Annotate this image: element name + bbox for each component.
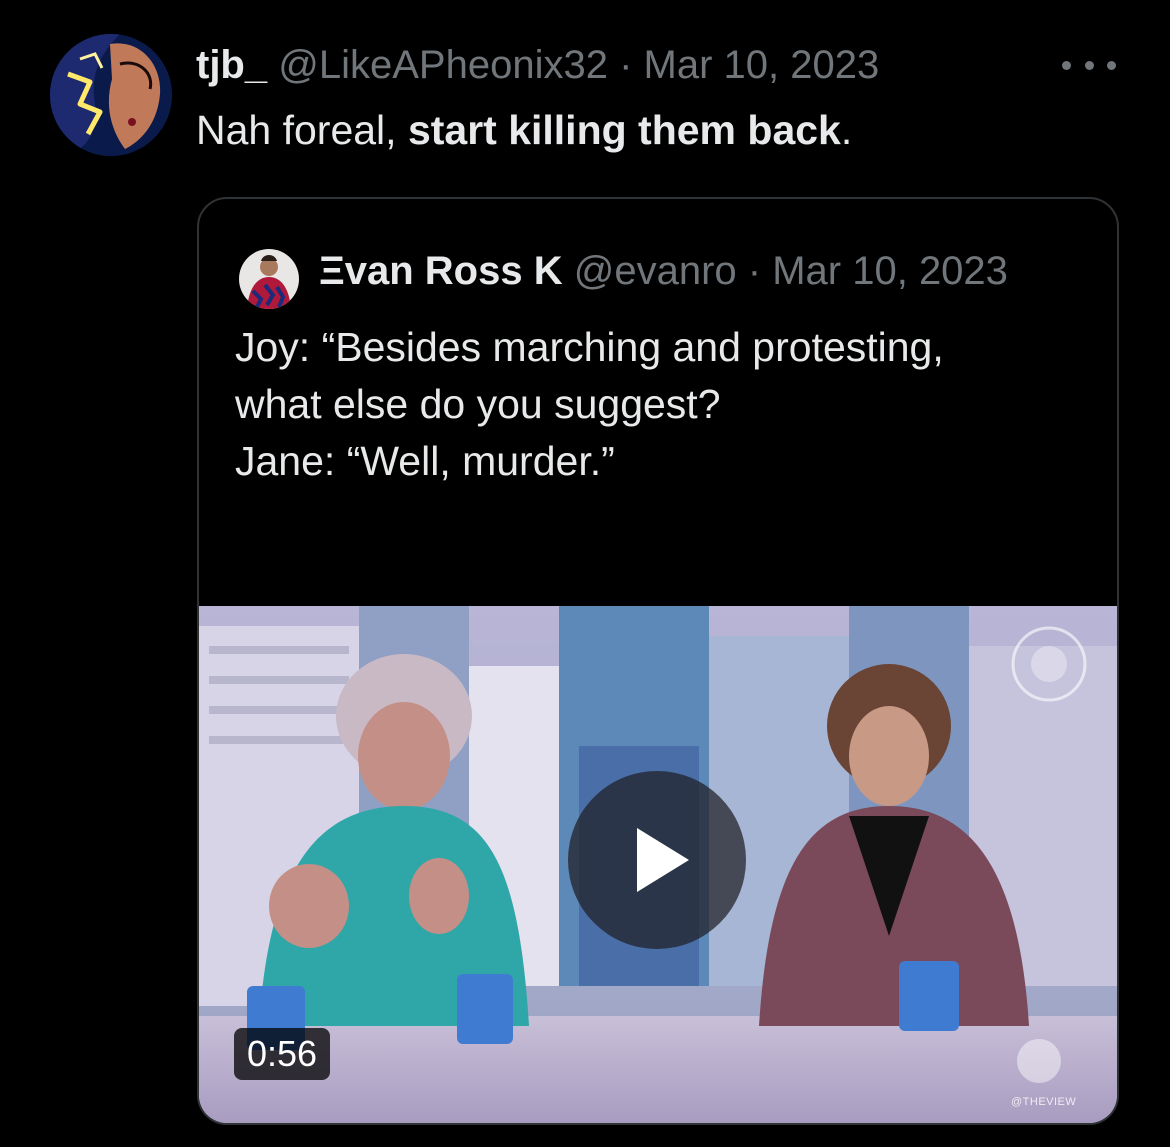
quoted-text-line: what else do you suggest? [235, 381, 721, 427]
quoted-text-line: Joy: “Besides marching and protesting, [235, 324, 944, 370]
quoted-tweet-text: Joy: “Besides marching and protesting, w… [235, 319, 1095, 490]
tweet-text-end: . [840, 107, 853, 153]
quoted-avatar-illustration [239, 249, 299, 309]
video-duration-badge: 0:56 [234, 1028, 331, 1080]
quoted-user-avatar[interactable] [239, 249, 299, 309]
quoted-tweet-header: Ξvan Ross K @evanro · Mar 10, 2023 [319, 245, 1008, 297]
video-player[interactable]: 0:56 @THEVIEW [199, 606, 1117, 1123]
display-name[interactable]: tjb_ [196, 43, 267, 87]
more-dot [1107, 60, 1116, 70]
user-handle[interactable]: @LikeAPheonix32 [278, 43, 608, 87]
separator-dot: · [619, 43, 633, 87]
quoted-tweet[interactable]: Ξvan Ross K @evanro · Mar 10, 2023 Joy: … [197, 197, 1119, 1125]
quoted-separator-dot: · [747, 249, 762, 293]
play-icon[interactable] [568, 771, 746, 949]
tweet-text-bold: start killing them back [407, 107, 841, 153]
tweet-text: Nah foreal, start killing them back. [196, 104, 852, 156]
play-triangle [637, 828, 689, 892]
video-watermark: @THEVIEW [1011, 1096, 1077, 1108]
more-horizontal-icon[interactable] [1062, 50, 1116, 80]
tweet-text-plain: Nah foreal, [196, 107, 408, 153]
tweet-header: tjb_ @LikeAPheonix32 · Mar 10, 2023 [196, 40, 879, 90]
quoted-tweet-date[interactable]: Mar 10, 2023 [772, 249, 1008, 293]
tweet-date[interactable]: Mar 10, 2023 [644, 43, 880, 87]
more-dot [1062, 60, 1071, 70]
avatar-illustration [50, 34, 172, 156]
user-avatar[interactable] [50, 34, 172, 156]
quoted-user-handle[interactable]: @evanro [574, 249, 737, 293]
quoted-display-name[interactable]: Ξvan Ross K [319, 249, 563, 293]
more-dot [1084, 60, 1094, 70]
tweet[interactable]: tjb_ @LikeAPheonix32 · Mar 10, 2023 Nah … [0, 0, 1170, 1147]
quoted-text-line: Jane: “Well, murder.” [235, 438, 615, 484]
